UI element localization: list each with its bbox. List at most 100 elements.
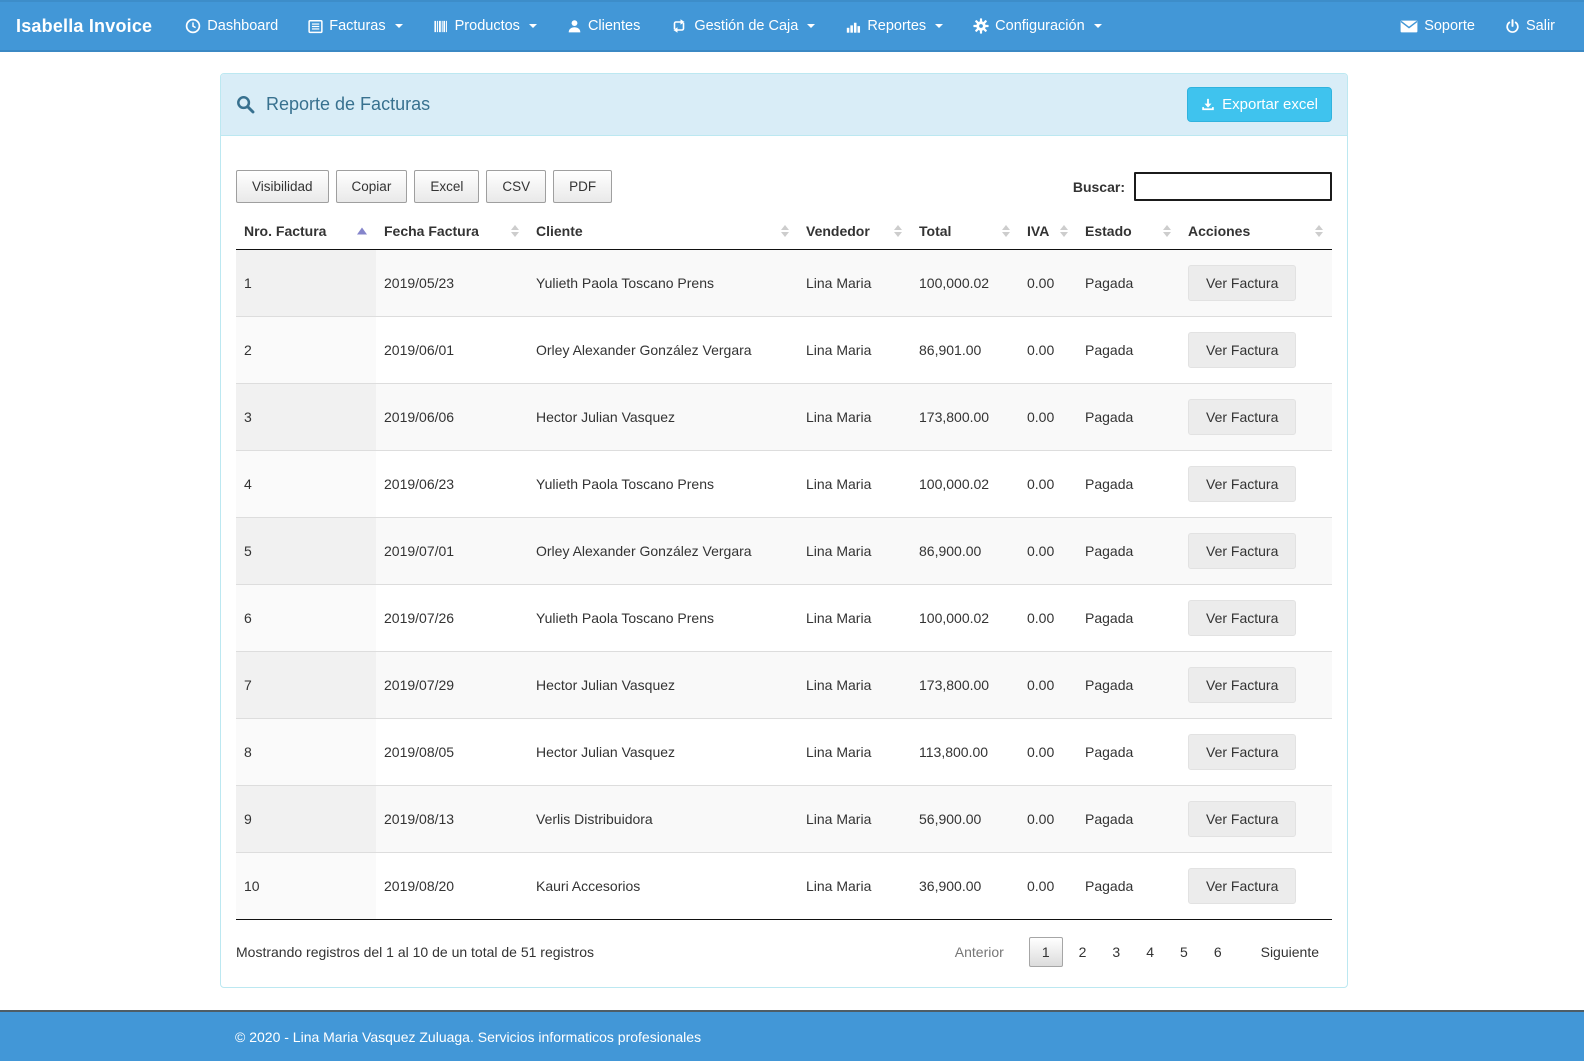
next-page-button[interactable]: Siguiente [1235, 937, 1332, 967]
export-excel-label: Exportar excel [1222, 96, 1318, 113]
visibility-button[interactable]: Visibilidad [236, 170, 329, 203]
nav-item-productos[interactable]: Productos [418, 2, 552, 50]
search-label: Buscar: [1073, 179, 1125, 195]
ver-factura-button[interactable]: Ver Factura [1188, 868, 1296, 904]
sort-both-icon [1002, 225, 1010, 237]
ver-factura-button[interactable]: Ver Factura [1188, 332, 1296, 368]
cell-cliente: Hector Julian Vasquez [528, 652, 798, 719]
cell-iva: 0.00 [1019, 384, 1077, 451]
cell-vendedor: Lina Maria [798, 652, 911, 719]
nav-item-reportes[interactable]: Reportes [830, 2, 958, 50]
column-header-acciones[interactable]: Acciones [1180, 213, 1332, 250]
table-row: 4 2019/06/23 Yulieth Paola Toscano Prens… [236, 451, 1332, 518]
table-row: 10 2019/08/20 Kauri Accesorios Lina Mari… [236, 853, 1332, 920]
cell-fecha: 2019/08/05 [376, 719, 528, 786]
csv-button[interactable]: CSV [486, 170, 546, 203]
cell-estado: Pagada [1077, 786, 1180, 853]
pdf-button[interactable]: PDF [553, 170, 612, 203]
records-info: Mostrando registros del 1 al 10 de un to… [236, 944, 594, 960]
sort-both-icon [511, 225, 519, 237]
cell-nro: 1 [236, 250, 376, 317]
table-row: 5 2019/07/01 Orley Alexander González Ve… [236, 518, 1332, 585]
site-footer: © 2020 - Lina Maria Vasquez Zuluaga. Ser… [0, 1010, 1584, 1061]
bar-chart-icon [845, 19, 861, 34]
ver-factura-button[interactable]: Ver Factura [1188, 801, 1296, 837]
column-header-nro-factura[interactable]: Nro. Factura [236, 213, 376, 250]
column-header-estado[interactable]: Estado [1077, 213, 1180, 250]
page-button-3[interactable]: 3 [1099, 937, 1133, 967]
page-button-1[interactable]: 1 [1029, 937, 1063, 967]
cell-acciones: Ver Factura [1180, 786, 1332, 853]
cell-total: 86,901.00 [911, 317, 1019, 384]
cell-total: 173,800.00 [911, 384, 1019, 451]
column-header-fecha-factura[interactable]: Fecha Factura [376, 213, 528, 250]
table-row: 8 2019/08/05 Hector Julian Vasquez Lina … [236, 719, 1332, 786]
page-button-4[interactable]: 4 [1133, 937, 1167, 967]
ver-factura-button[interactable]: Ver Factura [1188, 533, 1296, 569]
export-excel-button[interactable]: Exportar excel [1187, 87, 1332, 122]
brand[interactable]: Isabella Invoice [0, 2, 170, 50]
ver-factura-button[interactable]: Ver Factura [1188, 265, 1296, 301]
clock-icon [185, 18, 201, 34]
cell-vendedor: Lina Maria [798, 451, 911, 518]
nav-item-configuracion[interactable]: Configuración [958, 2, 1116, 50]
cell-vendedor: Lina Maria [798, 719, 911, 786]
search-input[interactable] [1134, 172, 1332, 201]
cell-cliente: Yulieth Paola Toscano Prens [528, 585, 798, 652]
nav-item-facturas[interactable]: Facturas [293, 2, 417, 50]
caret-down-icon [1094, 24, 1102, 28]
cell-acciones: Ver Factura [1180, 853, 1332, 920]
cell-vendedor: Lina Maria [798, 786, 911, 853]
cell-iva: 0.00 [1019, 585, 1077, 652]
cell-acciones: Ver Factura [1180, 518, 1332, 585]
cell-nro: 4 [236, 451, 376, 518]
nav-item-clientes[interactable]: Clientes [552, 2, 655, 50]
cell-nro: 5 [236, 518, 376, 585]
navbar-left: Dashboard Facturas Productos Clientes [170, 2, 1116, 50]
column-header-total[interactable]: Total [911, 213, 1019, 250]
page-button-6[interactable]: 6 [1201, 937, 1235, 967]
ver-factura-button[interactable]: Ver Factura [1188, 466, 1296, 502]
cell-total: 36,900.00 [911, 853, 1019, 920]
cell-iva: 0.00 [1019, 317, 1077, 384]
excel-button[interactable]: Excel [414, 170, 479, 203]
table-row: 2 2019/06/01 Orley Alexander González Ve… [236, 317, 1332, 384]
table-row: 1 2019/05/23 Yulieth Paola Toscano Prens… [236, 250, 1332, 317]
cell-total: 100,000.02 [911, 585, 1019, 652]
copy-button[interactable]: Copiar [336, 170, 408, 203]
ver-factura-button[interactable]: Ver Factura [1188, 734, 1296, 770]
ver-factura-button[interactable]: Ver Factura [1188, 600, 1296, 636]
nav-item-gestion-de-caja[interactable]: Gestión de Caja [655, 2, 830, 50]
nav-item-label: Dashboard [207, 18, 278, 34]
cell-cliente: Verlis Distribuidora [528, 786, 798, 853]
page-button-2[interactable]: 2 [1066, 937, 1100, 967]
cell-fecha: 2019/06/23 [376, 451, 528, 518]
table-row: 6 2019/07/26 Yulieth Paola Toscano Prens… [236, 585, 1332, 652]
cell-estado: Pagada [1077, 853, 1180, 920]
nav-item-soporte[interactable]: Soporte [1385, 2, 1490, 50]
ver-factura-button[interactable]: Ver Factura [1188, 667, 1296, 703]
column-header-iva[interactable]: IVA [1019, 213, 1077, 250]
column-header-cliente[interactable]: Cliente [528, 213, 798, 250]
cell-iva: 0.00 [1019, 786, 1077, 853]
cell-acciones: Ver Factura [1180, 317, 1332, 384]
cell-nro: 2 [236, 317, 376, 384]
nav-item-dashboard[interactable]: Dashboard [170, 2, 293, 50]
nav-item-label: Facturas [329, 18, 385, 34]
cell-vendedor: Lina Maria [798, 585, 911, 652]
ver-factura-button[interactable]: Ver Factura [1188, 399, 1296, 435]
transfer-icon [670, 18, 688, 34]
cell-cliente: Kauri Accesorios [528, 853, 798, 920]
cell-iva: 0.00 [1019, 652, 1077, 719]
panel-heading: Reporte de Facturas Exportar excel [221, 74, 1347, 136]
nav-item-label: Clientes [588, 18, 640, 34]
nav-item-salir[interactable]: Salir [1490, 2, 1570, 50]
previous-page-button[interactable]: Anterior [942, 937, 1026, 967]
page-button-5[interactable]: 5 [1167, 937, 1201, 967]
column-header-vendedor[interactable]: Vendedor [798, 213, 911, 250]
cell-vendedor: Lina Maria [798, 384, 911, 451]
caret-down-icon [395, 24, 403, 28]
cell-cliente: Hector Julian Vasquez [528, 719, 798, 786]
cell-total: 100,000.02 [911, 250, 1019, 317]
cell-total: 173,800.00 [911, 652, 1019, 719]
